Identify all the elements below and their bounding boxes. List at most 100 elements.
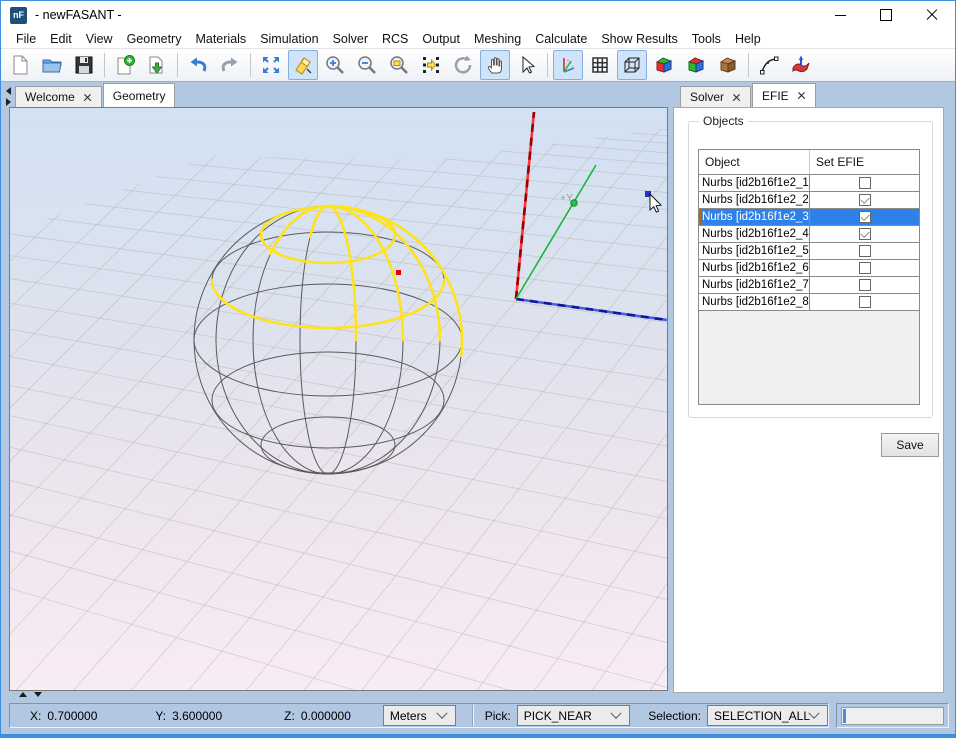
surface-tool-button[interactable] (786, 50, 816, 80)
z-value: 0.000000 (301, 709, 351, 723)
save-button[interactable]: Save (881, 433, 939, 457)
rotate-button[interactable] (448, 50, 478, 80)
selection-mode-select[interactable]: SELECTION_ALL (707, 705, 828, 726)
efie-checkbox[interactable] (859, 177, 871, 189)
selection-mode-value: SELECTION_ALL (708, 709, 810, 723)
pick-mode-select[interactable]: PICK_NEAR (517, 705, 631, 726)
menu-item[interactable]: Materials (188, 32, 253, 46)
table-row[interactable]: Nurbs [id2b16f1e2_8] (699, 294, 919, 311)
table-row[interactable]: Nurbs [id2b16f1e2_1] (699, 175, 919, 192)
minimize-button[interactable] (817, 1, 863, 29)
menu-item[interactable]: Output (415, 32, 467, 46)
menu-item[interactable]: RCS (375, 32, 415, 46)
import-button[interactable] (142, 50, 172, 80)
efie-checkbox[interactable] (859, 211, 871, 223)
set-efie-cell (810, 243, 919, 259)
open-folder-button[interactable] (37, 50, 67, 80)
tab-label: EFIE (762, 89, 789, 103)
z-label: Z: (284, 709, 295, 723)
units-select[interactable]: Meters (383, 705, 456, 726)
table-row[interactable]: Nurbs [id2b16f1e2_5] (699, 243, 919, 260)
tab-close-icon[interactable] (83, 93, 92, 102)
save-button-toolbar[interactable] (69, 50, 99, 80)
toolbar-separator (748, 53, 749, 77)
axes-toggle-button[interactable] (553, 50, 583, 80)
close-button[interactable] (909, 1, 955, 29)
menu-item[interactable]: Geometry (120, 32, 189, 46)
menu-item[interactable]: Simulation (253, 32, 325, 46)
toolbar (1, 49, 955, 82)
toolbar-separator (250, 53, 251, 77)
menu-item[interactable]: File (9, 32, 43, 46)
menu-item[interactable]: View (79, 32, 120, 46)
tab-close-icon[interactable] (797, 91, 806, 100)
tab-scroll-left-icon (6, 87, 11, 95)
new-project-button[interactable] (110, 50, 140, 80)
app-window: nF - newFASANT - FileEditViewGeometryMat… (0, 0, 956, 738)
efie-panel: Objects Object Set EFIE Nurbs [id2b16f1e… (673, 107, 944, 693)
grid-toggle-button[interactable] (585, 50, 615, 80)
efie-checkbox[interactable] (859, 262, 871, 274)
document-tab[interactable]: Welcome (15, 86, 102, 107)
zoom-fit-button[interactable] (256, 50, 286, 80)
table-body: Nurbs [id2b16f1e2_1] Nurbs [id2b16f1e2_2… (699, 175, 919, 311)
set-efie-cell (810, 277, 919, 293)
column-header-set-efie[interactable]: Set EFIE (810, 150, 919, 174)
pan-to-button[interactable] (416, 50, 446, 80)
tab-label: Welcome (25, 90, 75, 104)
undo-button[interactable] (183, 50, 213, 80)
zoom-out-button[interactable] (352, 50, 382, 80)
efie-checkbox[interactable] (859, 279, 871, 291)
table-row[interactable]: Nurbs [id2b16f1e2_2] (699, 192, 919, 209)
viewport-3d[interactable]: +Y (9, 107, 668, 691)
menu-item[interactable]: Help (728, 32, 768, 46)
zoom-window-button[interactable] (384, 50, 414, 80)
tab-close-icon[interactable] (732, 93, 741, 102)
menu-item[interactable]: Calculate (528, 32, 594, 46)
table-header: Object Set EFIE (699, 150, 919, 175)
progress-bar (841, 707, 944, 725)
menu-item[interactable]: Meshing (467, 32, 528, 46)
menu-item[interactable]: Show Results (594, 32, 684, 46)
menu-item[interactable]: Solver (326, 32, 375, 46)
column-header-object[interactable]: Object (699, 150, 810, 174)
close-icon (926, 9, 938, 21)
objects-groupbox: Objects Object Set EFIE Nurbs [id2b16f1e… (688, 121, 933, 418)
zoom-in-button[interactable] (320, 50, 350, 80)
pan-button[interactable] (480, 50, 510, 80)
solid-view-button[interactable] (649, 50, 679, 80)
menu-item[interactable]: Tools (685, 32, 728, 46)
efie-checkbox[interactable] (859, 296, 871, 308)
toolbar-separator (547, 53, 548, 77)
title-bar: nF - newFASANT - (1, 1, 955, 29)
chevron-down-icon (808, 707, 819, 718)
wireframe-view-button[interactable] (617, 50, 647, 80)
zoom-realtime-button[interactable] (288, 50, 318, 80)
tab-scroll-arrows[interactable] (6, 87, 11, 106)
selection-label: Selection: (648, 709, 701, 723)
textured-view-button[interactable] (713, 50, 743, 80)
redo-button[interactable] (215, 50, 245, 80)
viewport-scroll-arrows[interactable] (19, 692, 42, 697)
table-row[interactable]: Nurbs [id2b16f1e2_4] (699, 226, 919, 243)
select-button[interactable] (512, 50, 542, 80)
menu-item[interactable]: Edit (43, 32, 79, 46)
document-tab[interactable]: Geometry (103, 83, 176, 107)
new-file-button[interactable] (5, 50, 35, 80)
maximize-icon (880, 9, 892, 21)
panel-tab[interactable]: Solver (680, 86, 751, 107)
efie-checkbox[interactable] (859, 228, 871, 240)
axis-y-label: +Y (560, 192, 573, 204)
table-row[interactable]: Nurbs [id2b16f1e2_3] (699, 209, 919, 226)
tab-scroll-right-icon (6, 98, 11, 106)
flat-view-button[interactable] (681, 50, 711, 80)
panel-tab[interactable]: EFIE (752, 83, 816, 107)
maximize-button[interactable] (863, 1, 909, 29)
table-row[interactable]: Nurbs [id2b16f1e2_6] (699, 260, 919, 277)
table-row[interactable]: Nurbs [id2b16f1e2_7] (699, 277, 919, 294)
scroll-up-icon (19, 692, 27, 697)
efie-checkbox[interactable] (859, 245, 871, 257)
efie-checkbox[interactable] (859, 194, 871, 206)
x-value: 0.700000 (47, 709, 97, 723)
curve-tool-button[interactable] (754, 50, 784, 80)
